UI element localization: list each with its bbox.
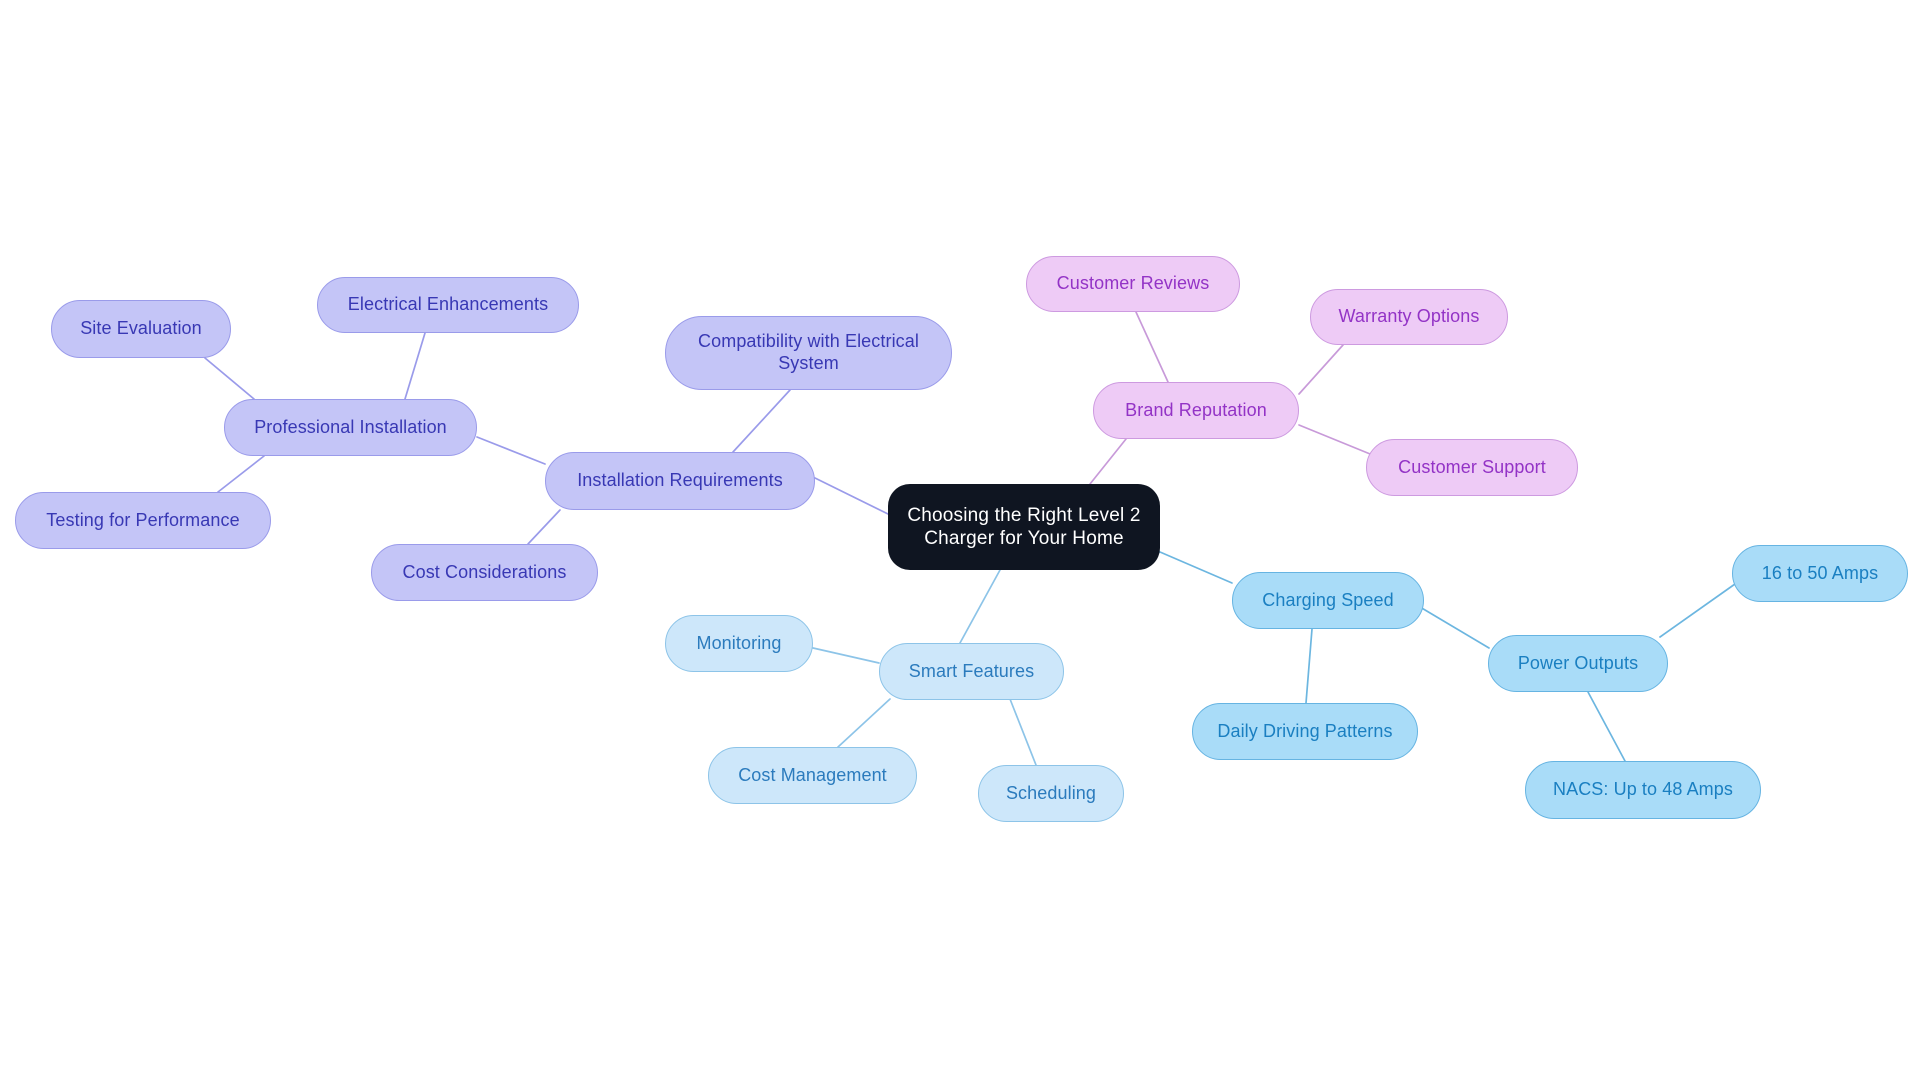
mindmap-edge-smart-features-to-cost-management <box>837 698 891 748</box>
mindmap-edge-power-outputs-to-16-to-50-amps <box>1659 583 1736 638</box>
mindmap-edge-professional-installation-to-electrical-enhancements <box>404 332 426 400</box>
mindmap-edge-professional-installation-to-testing-for-performance <box>217 455 265 493</box>
mindmap-edge-root-to-brand-reputation <box>1089 438 1127 485</box>
mindmap-node-testing-for-performance[interactable]: Testing for Performance <box>15 492 271 549</box>
mindmap-node-customer-reviews[interactable]: Customer Reviews <box>1026 256 1240 312</box>
mindmap-node-daily-driving-patterns[interactable]: Daily Driving Patterns <box>1192 703 1418 760</box>
mindmap-edge-root-to-charging-speed <box>1159 551 1233 584</box>
mindmap-edge-brand-reputation-to-warranty-options <box>1298 344 1344 395</box>
mindmap-edge-smart-features-to-scheduling <box>1009 698 1037 766</box>
mindmap-edge-brand-reputation-to-customer-support <box>1298 424 1376 457</box>
mindmap-node-installation-requirements[interactable]: Installation Requirements <box>545 452 815 510</box>
mindmap-edge-smart-features-to-monitoring <box>812 647 880 664</box>
mindmap-node-16-to-50-amps[interactable]: 16 to 50 Amps <box>1732 545 1908 602</box>
mindmap-node-smart-features[interactable]: Smart Features <box>879 643 1064 700</box>
mindmap-edge-root-to-smart-features <box>959 569 1001 644</box>
mindmap-node-nacs-up-to-48-amps[interactable]: NACS: Up to 48 Amps <box>1525 761 1761 819</box>
mindmap-node-scheduling[interactable]: Scheduling <box>978 765 1124 822</box>
mindmap-node-site-evaluation[interactable]: Site Evaluation <box>51 300 231 358</box>
mindmap-node-monitoring[interactable]: Monitoring <box>665 615 813 672</box>
mindmap-node-compatibility-with-electrical-system[interactable]: Compatibility with Electrical System <box>665 316 952 390</box>
mindmap-edge-installation-requirements-to-cost-considerations <box>527 509 561 545</box>
mindmap-node-cost-considerations[interactable]: Cost Considerations <box>371 544 598 601</box>
mindmap-canvas: Choosing the Right Level 2 Charger for Y… <box>0 0 1920 1083</box>
mindmap-node-charging-speed[interactable]: Charging Speed <box>1232 572 1424 629</box>
mindmap-edge-charging-speed-to-power-outputs <box>1419 606 1490 649</box>
mindmap-edge-charging-speed-to-daily-driving-patterns <box>1305 628 1313 704</box>
mindmap-edge-root-to-installation-requirements <box>814 477 889 515</box>
mindmap-node-electrical-enhancements[interactable]: Electrical Enhancements <box>317 277 579 333</box>
mindmap-edge-power-outputs-to-nacs-up-to-48-amps <box>1587 691 1626 762</box>
mindmap-node-power-outputs[interactable]: Power Outputs <box>1488 635 1668 692</box>
mindmap-edge-professional-installation-to-site-evaluation <box>204 357 255 400</box>
mindmap-edge-installation-requirements-to-compatibility-with-electrical-system <box>732 389 791 453</box>
mindmap-node-brand-reputation[interactable]: Brand Reputation <box>1093 382 1299 439</box>
mindmap-edge-brand-reputation-to-customer-reviews <box>1135 311 1169 383</box>
mindmap-node-root[interactable]: Choosing the Right Level 2 Charger for Y… <box>888 484 1160 570</box>
mindmap-node-professional-installation[interactable]: Professional Installation <box>224 399 477 456</box>
mindmap-node-warranty-options[interactable]: Warranty Options <box>1310 289 1508 345</box>
mindmap-node-customer-support[interactable]: Customer Support <box>1366 439 1578 496</box>
mindmap-node-cost-management[interactable]: Cost Management <box>708 747 917 804</box>
mindmap-edge-installation-requirements-to-professional-installation <box>476 436 546 465</box>
